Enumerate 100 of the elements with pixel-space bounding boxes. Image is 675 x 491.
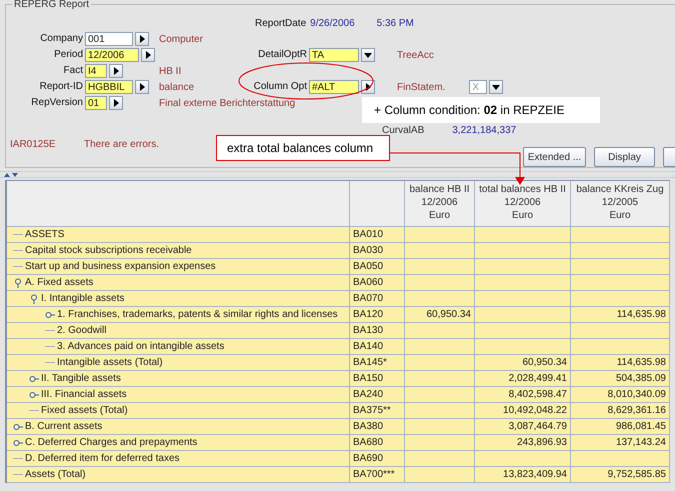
code-cell: BA380 bbox=[350, 419, 405, 435]
field-label: Column Opt bbox=[252, 80, 307, 94]
field-description: TreeAcc bbox=[397, 50, 434, 60]
column-header[interactable]: balance KKreis Zug 12/2005 Euro bbox=[571, 181, 670, 227]
value-cell: 10,492,048.22 bbox=[475, 403, 571, 419]
code-cell: BA060 bbox=[350, 275, 405, 291]
value-cell bbox=[405, 355, 475, 371]
code-cell: BA030 bbox=[350, 243, 405, 259]
tree-item[interactable]: 2. Goodwill bbox=[55, 325, 106, 336]
tree-item[interactable]: ASSETS bbox=[23, 229, 64, 240]
tree-toggle-icon[interactable] bbox=[45, 310, 55, 320]
value-cell: 8,010,340.09 bbox=[571, 387, 670, 403]
arrow-button[interactable] bbox=[109, 64, 123, 78]
tree-item[interactable]: II. Tangible assets bbox=[39, 373, 121, 384]
callout-label: extra total balances column bbox=[216, 135, 390, 161]
value-cell bbox=[405, 419, 475, 435]
tree-toggle-icon[interactable] bbox=[29, 294, 39, 304]
arrow-button[interactable] bbox=[135, 80, 149, 94]
tree-toggle-icon[interactable] bbox=[29, 374, 39, 384]
field-label: RepVersion bbox=[30, 96, 83, 110]
code-cell: BA140 bbox=[350, 339, 405, 355]
play-icon bbox=[114, 67, 118, 75]
field-label: Report-ID bbox=[38, 80, 83, 94]
arrow-button[interactable] bbox=[361, 80, 375, 94]
display-button[interactable]: Display bbox=[594, 147, 655, 167]
value-cell: 3,087,464.79 bbox=[475, 419, 571, 435]
value-cell bbox=[405, 243, 475, 259]
value-cell bbox=[405, 339, 475, 355]
input-field[interactable]: TA bbox=[309, 48, 359, 62]
value-cell bbox=[405, 403, 475, 419]
tree-item[interactable]: A. Fixed assets bbox=[23, 277, 94, 288]
value-cell: 2,028,499.41 bbox=[475, 371, 571, 387]
arrow-button[interactable] bbox=[135, 32, 149, 46]
curval-value: 3,221,184,337 bbox=[452, 124, 516, 136]
field-description: HB II bbox=[159, 66, 182, 76]
tree-item[interactable]: Assets (Total) bbox=[23, 469, 86, 480]
input-field[interactable]: I4 bbox=[85, 64, 107, 78]
error-code: IAR0125E bbox=[10, 139, 57, 150]
report-time: 5:36 PM bbox=[376, 18, 414, 28]
value-cell bbox=[405, 387, 475, 403]
code-cell: BA120 bbox=[350, 307, 405, 323]
input-field[interactable]: 001 bbox=[85, 32, 133, 46]
code-cell: BA130 bbox=[350, 323, 405, 339]
field-label: Period bbox=[53, 48, 83, 62]
value-cell: 114,635.98 bbox=[571, 355, 670, 371]
callout-note: + Column condition: 02 in REPZEIE bbox=[362, 97, 600, 123]
value-cell bbox=[405, 435, 475, 451]
value-cell bbox=[405, 275, 475, 291]
input-field[interactable]: 01 bbox=[85, 96, 107, 110]
code-cell: BA680 bbox=[350, 435, 405, 451]
input-field[interactable]: 12/2006 bbox=[85, 48, 139, 62]
report-date-label: ReportDate bbox=[255, 18, 306, 28]
value-cell: 137,143.24 bbox=[571, 435, 670, 451]
field-description: Computer bbox=[159, 34, 203, 44]
code-cell: BA070 bbox=[350, 291, 405, 307]
arrow-button[interactable] bbox=[141, 48, 155, 62]
field-description: Final externe Berichterstattung bbox=[159, 98, 296, 108]
code-cell: BA240 bbox=[350, 387, 405, 403]
value-cell bbox=[405, 291, 475, 307]
report-date: 9/26/2006 bbox=[310, 18, 355, 28]
tree-toggle-icon[interactable] bbox=[13, 278, 23, 288]
value-cell: 114,635.98 bbox=[571, 307, 670, 323]
error-message: There are errors. bbox=[84, 139, 160, 150]
value-cell bbox=[405, 227, 475, 243]
tree-item[interactable]: I. Intangible assets bbox=[39, 293, 124, 304]
caret-icon bbox=[364, 52, 372, 58]
value-cell: 9,752,585.85 bbox=[571, 467, 670, 483]
value-cell: 8,629,361.16 bbox=[571, 403, 670, 419]
caret-icon bbox=[492, 84, 500, 90]
tree-item[interactable]: B. Current assets bbox=[23, 421, 102, 432]
curval-label: CurvalAB bbox=[382, 124, 424, 136]
arrow-button[interactable] bbox=[109, 96, 123, 110]
code-cell: BA150 bbox=[350, 371, 405, 387]
field-description: FinStatem. bbox=[397, 82, 446, 92]
tree-toggle-icon[interactable] bbox=[29, 390, 39, 400]
panel-title: REPERG Report bbox=[12, 0, 92, 10]
tree-item[interactable]: Fixed assets (Total) bbox=[39, 405, 128, 416]
column-header[interactable]: balance HB II 12/2006 Euro bbox=[405, 181, 475, 227]
collapse-arrows-icon[interactable] bbox=[4, 172, 18, 178]
code-cell: BA050 bbox=[350, 259, 405, 275]
input-field[interactable]: #ALT bbox=[309, 80, 359, 94]
extended-button[interactable]: Extended ... bbox=[523, 147, 586, 167]
dropdown-button[interactable] bbox=[489, 80, 504, 94]
play-icon bbox=[366, 83, 370, 91]
tree-toggle-icon[interactable] bbox=[13, 438, 23, 448]
tree-toggle-icon[interactable] bbox=[13, 422, 23, 432]
code-cell: BA375** bbox=[350, 403, 405, 419]
value-cell bbox=[405, 259, 475, 275]
value-cell: 504,385.09 bbox=[571, 371, 670, 387]
input-field[interactable]: HGBBIL bbox=[85, 80, 133, 94]
value-cell: 986,081.45 bbox=[571, 419, 670, 435]
column-header[interactable]: total balances HB II 12/2006 Euro bbox=[475, 181, 571, 227]
code-cell: BA700*** bbox=[350, 467, 405, 483]
dropdown-button[interactable] bbox=[361, 48, 375, 62]
code-cell: BA145* bbox=[350, 355, 405, 371]
play-icon bbox=[140, 83, 144, 91]
value-cell: 243,896.93 bbox=[475, 435, 571, 451]
tree-item[interactable]: III. Financial assets bbox=[39, 389, 127, 400]
value-cell bbox=[405, 323, 475, 339]
code-cell: BA010 bbox=[350, 227, 405, 243]
